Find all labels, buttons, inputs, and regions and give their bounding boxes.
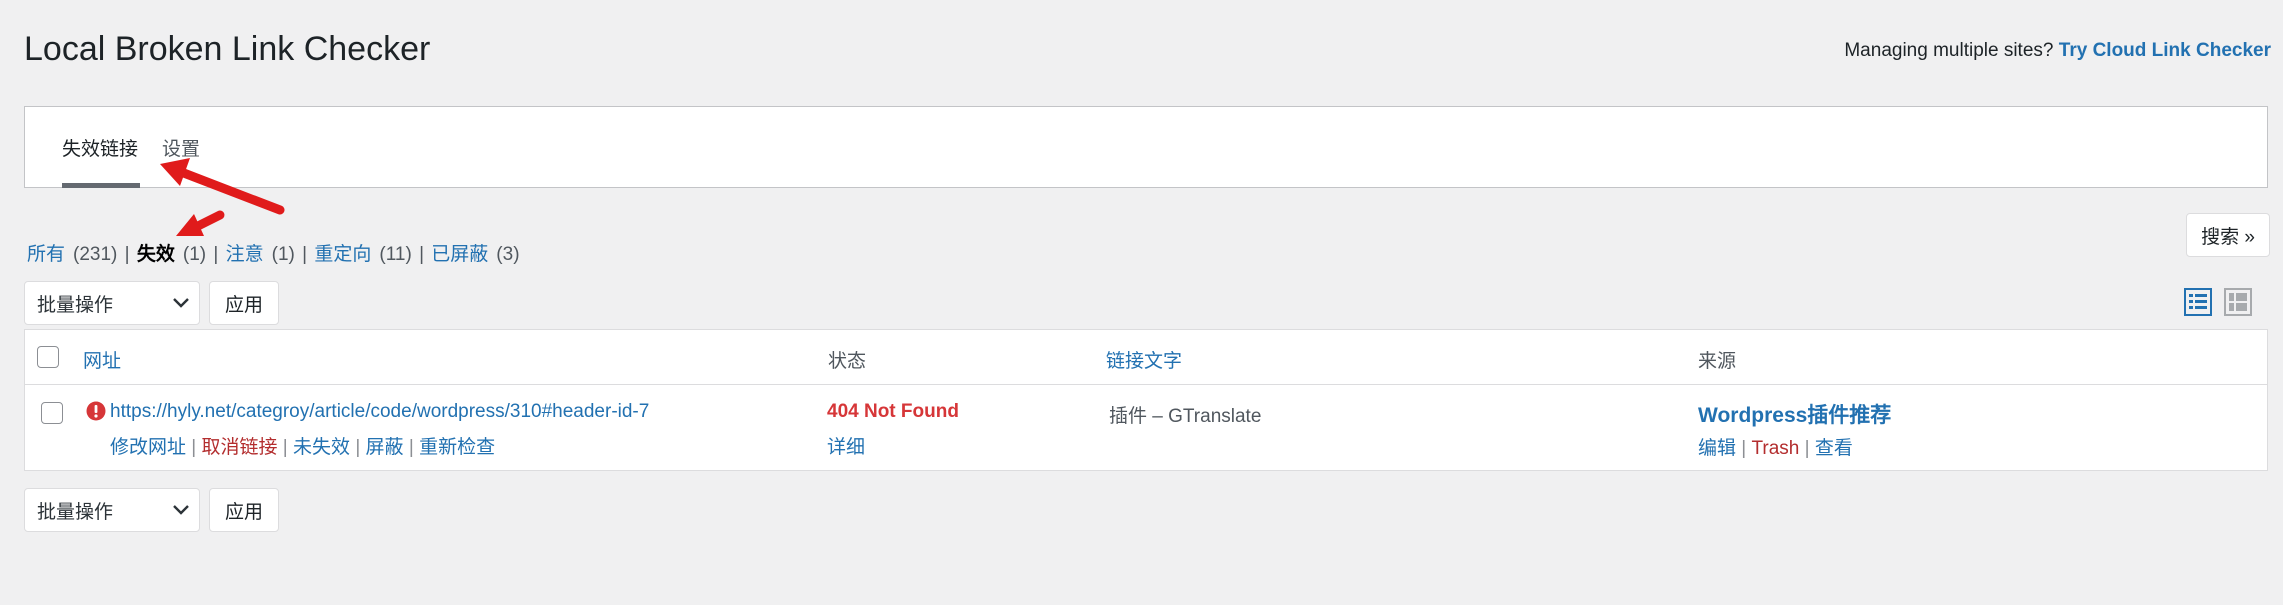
filter-broken[interactable]: 失效 bbox=[137, 244, 175, 265]
bulk-action-label: 批量操作 bbox=[37, 294, 114, 316]
filter-separator: | bbox=[302, 244, 308, 265]
active-tab-indicator bbox=[62, 183, 140, 188]
filter-broken-count: (1) bbox=[182, 244, 207, 265]
status-details-link[interactable]: 详细 bbox=[827, 432, 865, 459]
column-status: 状态 bbox=[828, 351, 867, 372]
excerpt-view-icon[interactable] bbox=[2224, 288, 2252, 322]
bulk-action-label: 批量操作 bbox=[37, 501, 114, 523]
table-header: 网址 状态 链接文字 来源 bbox=[25, 330, 2267, 385]
tab-broken-links[interactable]: 失效链接 bbox=[62, 134, 138, 161]
row-checkbox[interactable] bbox=[41, 402, 63, 424]
page-title: Local Broken Link Checker bbox=[24, 30, 431, 68]
filter-redirect-count: (11) bbox=[379, 244, 412, 265]
try-cloud-link[interactable]: Try Cloud Link Checker bbox=[2059, 40, 2271, 61]
filter-all-count: (231) bbox=[73, 244, 118, 265]
bulk-action-select-top[interactable]: 批量操作 bbox=[24, 281, 200, 325]
promo-text: Managing multiple sites? bbox=[1844, 40, 2054, 61]
status-filters: 所有 (231) | 失效 (1) | 注意 (1) | 重定向 (11) | 已屏蔽 (… bbox=[27, 239, 520, 266]
search-button[interactable]: 搜索 » bbox=[2186, 213, 2270, 257]
select-all-checkbox[interactable] bbox=[37, 346, 59, 368]
column-source: 来源 bbox=[1698, 351, 1737, 372]
filter-dismissed-count: (3) bbox=[496, 244, 520, 265]
arrow-to-tab-icon bbox=[160, 158, 285, 215]
view-post-action[interactable]: 查看 bbox=[1815, 438, 1853, 459]
not-broken-action[interactable]: 未失效 bbox=[293, 437, 350, 458]
apply-button-top[interactable]: 应用 bbox=[209, 281, 279, 325]
arrow-to-filter-icon bbox=[176, 210, 225, 236]
filter-warning-count: (1) bbox=[271, 244, 295, 265]
chevron-down-icon bbox=[163, 504, 199, 516]
apply-button-bottom[interactable]: 应用 bbox=[209, 488, 279, 532]
link-text: 插件 – GTranslate bbox=[1109, 406, 1262, 427]
list-view-icon[interactable] bbox=[2184, 288, 2212, 322]
broken-url-link[interactable]: https://hyly.net/categroy/article/code/w… bbox=[110, 401, 649, 423]
filter-separator: | bbox=[419, 244, 424, 265]
unlink-action[interactable]: 取消链接 bbox=[202, 437, 278, 458]
filter-separator: | bbox=[213, 244, 219, 265]
filter-dismissed[interactable]: 已屏蔽 bbox=[431, 244, 488, 265]
view-mode-switch bbox=[2184, 288, 2252, 322]
edit-url-action[interactable]: 修改网址 bbox=[110, 437, 186, 458]
cloud-promo: Managing multiple sites? Try Cloud Link … bbox=[1844, 40, 2271, 62]
filter-redirect[interactable]: 重定向 bbox=[314, 244, 371, 265]
recheck-action[interactable]: 重新检查 bbox=[419, 437, 495, 458]
column-link-text: 链接文字 bbox=[1106, 346, 1182, 373]
url-row-actions: 修改网址 | 取消链接 | 未失效 | 屏蔽 | 重新检查 bbox=[110, 437, 496, 458]
bulk-action-select-bottom[interactable]: 批量操作 bbox=[24, 488, 200, 532]
column-url: 网址 bbox=[83, 346, 121, 373]
dismiss-action[interactable]: 屏蔽 bbox=[366, 437, 404, 458]
trash-post-action[interactable]: Trash bbox=[1752, 438, 1800, 459]
column-link-text-sort[interactable]: 链接文字 bbox=[1106, 351, 1182, 372]
links-table: 网址 状态 链接文字 来源 https://hyly.net/categroy/… bbox=[24, 329, 2268, 471]
annotation-arrows bbox=[160, 158, 285, 236]
column-url-sort[interactable]: 网址 bbox=[83, 351, 121, 372]
filter-all[interactable]: 所有 bbox=[27, 244, 65, 265]
source-row-actions: 编辑 | Trash | 查看 bbox=[1698, 438, 1853, 459]
tabs-panel: 失效链接 设置 bbox=[24, 106, 2268, 188]
edit-post-action[interactable]: 编辑 bbox=[1698, 438, 1736, 459]
source-post-title[interactable]: Wordpress插件推荐 bbox=[1698, 399, 1891, 429]
status-code: 404 Not Found bbox=[827, 401, 959, 422]
chevron-down-icon bbox=[163, 297, 199, 309]
exclamation-circle-icon bbox=[86, 401, 106, 427]
filter-warning[interactable]: 注意 bbox=[226, 244, 264, 265]
filter-separator: | bbox=[124, 244, 130, 265]
